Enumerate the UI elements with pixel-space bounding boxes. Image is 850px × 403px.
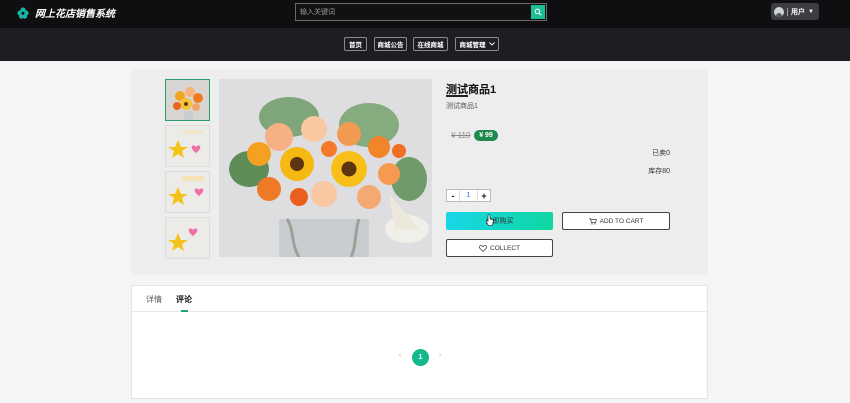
top-header: 网上花店销售系统 用户 ▼ [0, 0, 850, 28]
divider [787, 7, 788, 16]
search-box [295, 3, 547, 21]
pagination-next-button[interactable]: › [434, 349, 446, 361]
quantity-stepper: - 1 + [446, 189, 491, 202]
mouse-cursor-icon [486, 214, 494, 226]
increase-button[interactable]: + [478, 190, 490, 201]
caret-down-icon: ▼ [808, 8, 814, 15]
avatar [774, 6, 784, 17]
title-underline [446, 95, 468, 97]
add-to-cart-button[interactable]: ADD TO CART [562, 212, 670, 230]
nav-item-label: 商城管理 [459, 42, 486, 49]
site-logo[interactable]: 网上花店销售系统 [17, 5, 115, 20]
original-price: ¥ 110 [451, 131, 471, 140]
nav-item-label: 首页 [349, 42, 362, 49]
chevron-down-icon [488, 42, 495, 46]
bouquet-image [219, 79, 432, 257]
product-thumbnail-4[interactable] [165, 217, 210, 259]
nav-item-home[interactable]: 首页 [344, 37, 367, 51]
sold-count: 已卖0 [652, 150, 670, 157]
search-button[interactable] [531, 5, 545, 19]
add-to-cart-label: ADD TO CART [599, 217, 644, 225]
search-icon [534, 8, 542, 16]
nav-item-label: 在线商城 [417, 42, 444, 49]
nav-item-mall-management[interactable]: 商城管理 [455, 37, 499, 51]
tabs-divider [132, 311, 707, 312]
pagination-page-current[interactable]: 1 [412, 349, 429, 366]
active-tab-indicator [181, 310, 188, 312]
collect-label: COLLECT [490, 244, 520, 252]
heart-icon [479, 244, 487, 252]
quantity-value[interactable]: 1 [459, 190, 478, 201]
product-thumbnail-1[interactable] [165, 79, 210, 121]
tab-details[interactable]: 详情 [146, 294, 162, 305]
pagination-prev-button[interactable]: ‹ [394, 349, 406, 361]
flower-logo-icon [17, 6, 29, 19]
star-thumbnail-image [166, 218, 209, 258]
nav-item-online-mall[interactable]: 在线商城 [413, 37, 448, 51]
stock-count: 库存80 [648, 168, 670, 175]
nav-item-announcements[interactable]: 商城公告 [374, 37, 407, 51]
bouquet-thumbnail-image [166, 80, 209, 120]
tab-reviews[interactable]: 评论 [176, 294, 192, 305]
search-input[interactable] [296, 4, 530, 20]
detail-tabs-panel: 详情 评论 ‹ 1 › [131, 285, 708, 399]
collect-button[interactable]: COLLECT [446, 239, 553, 257]
buy-now-button[interactable]: 立即购买 [446, 212, 553, 230]
star-thumbnail-image [166, 126, 209, 166]
user-label: 用户 [791, 8, 805, 16]
nav-item-label: 商城公告 [377, 42, 404, 49]
user-menu-button[interactable]: 用户 ▼ [771, 3, 819, 20]
product-thumbnail-3[interactable] [165, 171, 210, 213]
product-subtitle: 测试商品1 [446, 103, 478, 110]
decrease-button[interactable]: - [447, 190, 459, 201]
star-thumbnail-image [166, 172, 209, 212]
nav-bar: 首页 商城公告 在线商城 商城管理 [0, 28, 850, 61]
product-thumbnail-2[interactable] [165, 125, 210, 167]
product-main-image [219, 79, 432, 257]
cart-icon [588, 217, 597, 224]
price-badge: ¥ 99 [474, 130, 498, 141]
site-title: 网上花店销售系统 [35, 9, 115, 20]
